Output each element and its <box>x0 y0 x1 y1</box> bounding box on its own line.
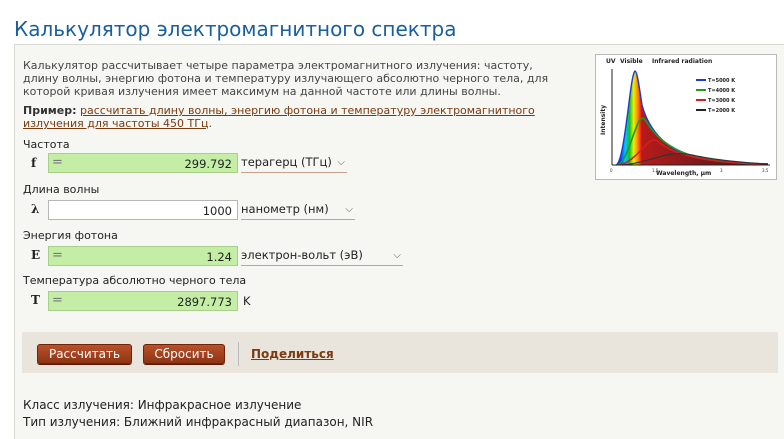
example-block: Пример: рассчитать длину волны, энергию … <box>23 104 571 130</box>
spectrum-tick: 3 <box>720 168 723 173</box>
frequency-symbol: f <box>31 156 37 170</box>
energy-calculated-mark: = <box>52 248 63 263</box>
reset-button[interactable]: Сбросить <box>143 344 225 364</box>
wavelength-unit-select[interactable]: нанометр (нм) ⌵ <box>241 200 355 220</box>
chevron-down-icon: ⌵ <box>393 250 401 261</box>
temperature-symbol: T <box>31 293 40 307</box>
temperature-calculated-mark: = <box>52 293 63 308</box>
wavelength-input[interactable]: 1000 <box>48 200 238 220</box>
frequency-unit-value: терагерц (ТГц) <box>241 155 332 169</box>
button-bar: Рассчитать Сбросить Поделиться <box>22 332 778 373</box>
example-prefix: Пример: <box>23 104 77 117</box>
energy-input[interactable]: = 1.24 <box>48 246 238 266</box>
legend-item: T=4000 K <box>708 88 736 94</box>
spectrum-image: UV Visible Infrared radiation Intensity … <box>595 54 777 180</box>
spectrum-visible-label: Visible <box>620 58 643 65</box>
spectrum-y-label: Intensity <box>600 105 607 135</box>
legend-item: T=2000 K <box>708 108 736 114</box>
temperature-value: 2897.773 <box>177 295 232 309</box>
spectrum-tick: 3.5 <box>762 168 769 173</box>
frequency-input[interactable]: = 299.792 <box>48 153 238 173</box>
temperature-unit: K <box>243 294 251 308</box>
wavelength-symbol: λ <box>31 202 40 216</box>
spectrum-uv-label: UV <box>606 58 616 65</box>
wavelength-label: Длина волны <box>23 183 100 196</box>
calculator-description: Калькулятор рассчитывает четыре параметр… <box>23 59 549 98</box>
temperature-input[interactable]: = 2897.773 <box>48 291 238 311</box>
example-link[interactable]: рассчитать длину волны, энергию фотона и… <box>23 104 535 130</box>
legend-item: T=5000 K <box>708 78 736 84</box>
frequency-calculated-mark: = <box>52 155 63 170</box>
energy-value: 1.24 <box>206 250 232 264</box>
radiation-type-result: Тип излучения: Ближний инфракрасный диап… <box>23 415 374 429</box>
calculator-panel: Калькулятор рассчитывает четыре параметр… <box>14 44 784 439</box>
radiation-class-result: Класс излучения: Инфракрасное излучение <box>23 398 302 412</box>
wavelength-unit-value: нанометр (нм) <box>241 202 329 216</box>
calculate-button[interactable]: Рассчитать <box>37 344 132 364</box>
energy-unit-select[interactable]: электрон-вольт (эВ) ⌵ <box>241 246 403 266</box>
spectrum-tick: 1.5 <box>652 168 659 173</box>
button-divider <box>238 342 239 366</box>
spectrum-x-label: Wavelength, μm <box>656 170 711 177</box>
legend-item: T=3000 K <box>708 98 736 104</box>
example-suffix: . <box>208 117 212 130</box>
temperature-label: Температура абсолютно черного тела <box>23 274 247 287</box>
frequency-label: Частота <box>23 138 70 151</box>
energy-symbol: E <box>31 248 41 262</box>
chevron-down-icon: ⌵ <box>337 157 345 168</box>
chevron-down-icon: ⌵ <box>345 204 353 215</box>
frequency-value: 299.792 <box>184 157 232 171</box>
frequency-unit-select[interactable]: терагерц (ТГц) ⌵ <box>241 153 347 173</box>
energy-label: Энергия фотона <box>23 229 118 242</box>
energy-unit-value: электрон-вольт (эВ) <box>241 248 363 262</box>
share-link[interactable]: Поделиться <box>251 347 334 361</box>
spectrum-infrared-label: Infrared radiation <box>652 58 712 65</box>
wavelength-value: 1000 <box>202 204 232 218</box>
page-title: Калькулятор электромагнитного спектра <box>14 17 457 42</box>
spectrum-tick: 0 <box>610 168 613 173</box>
